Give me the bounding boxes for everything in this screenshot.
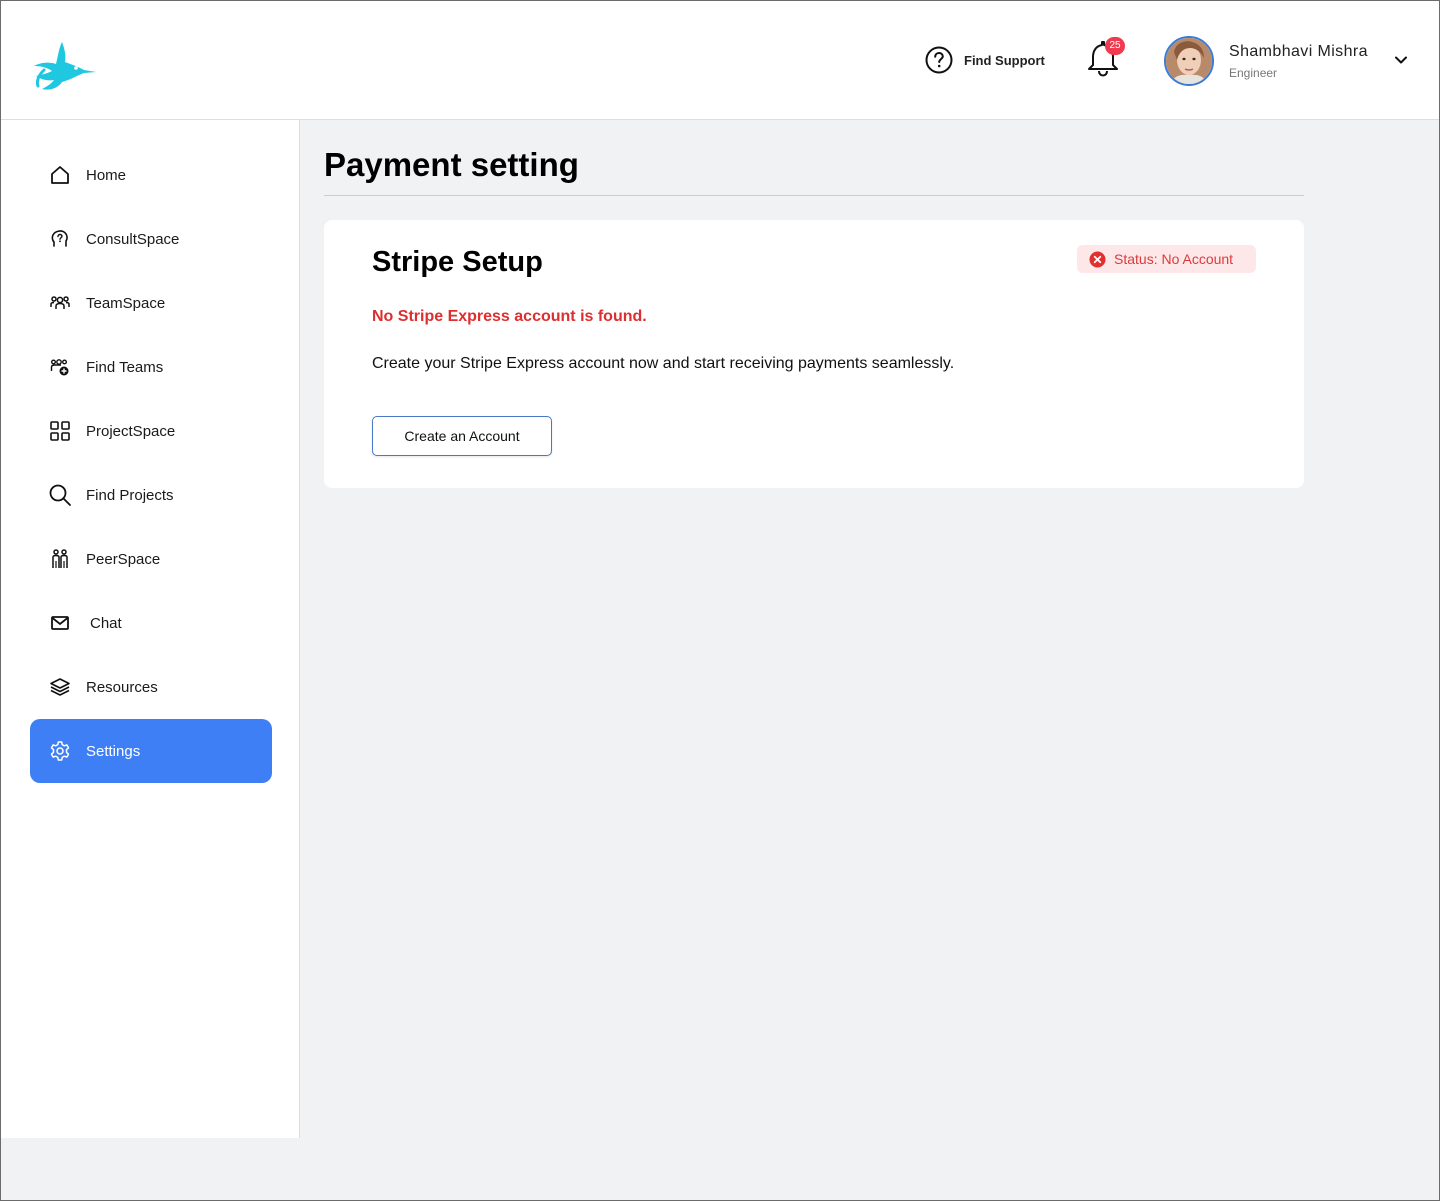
stripe-setup-card: Stripe Setup Status: No Account No Strip… (324, 220, 1304, 488)
search-icon (48, 483, 72, 507)
user-role: Engineer (1229, 65, 1278, 80)
gear-icon (48, 739, 72, 763)
find-support-link[interactable]: Find Support (924, 45, 1045, 75)
user-profile-menu[interactable]: Shambhavi Mishra Engineer (1164, 35, 1414, 87)
page-title: Payment setting (324, 146, 579, 183)
mail-icon (48, 611, 72, 635)
sidebar-item-label: TeamSpace (86, 294, 166, 312)
help-circle-icon (925, 46, 953, 74)
error-circle-icon (1089, 251, 1106, 267)
user-info: Shambhavi Mishra Engineer (1229, 43, 1368, 80)
hummingbird-logo[interactable] (32, 40, 98, 92)
sidebar-item-resources[interactable]: Resources (30, 655, 272, 719)
notification-badge: 25 (1105, 37, 1125, 55)
avatar (1164, 36, 1214, 86)
sidebar-item-label: ProjectSpace (86, 422, 176, 440)
grid-icon (48, 419, 72, 443)
status-badge: Status: No Account (1077, 245, 1256, 273)
title-divider (324, 195, 1304, 196)
find-teams-icon (48, 355, 72, 379)
sidebar-item-label: Chat (90, 614, 122, 632)
home-icon (48, 163, 72, 187)
sidebar-item-peerspace[interactable]: PeerSpace (30, 527, 272, 591)
sidebar-item-find-teams[interactable]: Find Teams (30, 335, 272, 399)
sidebar-item-settings[interactable]: Settings (30, 719, 272, 783)
team-icon (48, 291, 72, 315)
sidebar-item-home[interactable]: Home (30, 143, 272, 207)
chevron-down-icon[interactable] (1392, 51, 1410, 69)
error-message: No Stripe Express account is found. (372, 308, 647, 325)
setup-description: Create your Stripe Express account now a… (372, 355, 955, 372)
status-text: Status: No Account (1114, 251, 1234, 267)
sidebar-item-teamspace[interactable]: TeamSpace (30, 271, 272, 335)
sidebar-item-label: PeerSpace (86, 550, 161, 568)
sidebar-item-label: ConsultSpace (86, 230, 180, 248)
peers-icon (48, 547, 72, 571)
sidebar-item-label: Find Teams (86, 358, 164, 376)
sidebar-item-label: Resources (86, 678, 158, 696)
sidebar-item-label: Home (86, 166, 127, 184)
create-account-button[interactable]: Create an Account (372, 416, 552, 456)
find-support-label: Find Support (964, 52, 1045, 68)
sidebar-item-label: Find Projects (86, 486, 174, 504)
consult-icon (48, 227, 72, 251)
sidebar: Home ConsultSpace TeamSpace Find Teams P… (0, 120, 300, 1138)
sidebar-item-chat[interactable]: Chat (30, 591, 272, 655)
layers-icon (48, 675, 72, 699)
user-name: Shambhavi Mishra (1229, 42, 1368, 60)
card-title: Stripe Setup (372, 246, 543, 278)
sidebar-item-label: Settings (86, 742, 141, 760)
sidebar-item-consultspace[interactable]: ConsultSpace (30, 207, 272, 271)
top-header: Find Support 25 Shambhavi Mishra Enginee… (0, 0, 1440, 120)
sidebar-item-projectspace[interactable]: ProjectSpace (30, 399, 272, 463)
sidebar-item-find-projects[interactable]: Find Projects (30, 463, 272, 527)
